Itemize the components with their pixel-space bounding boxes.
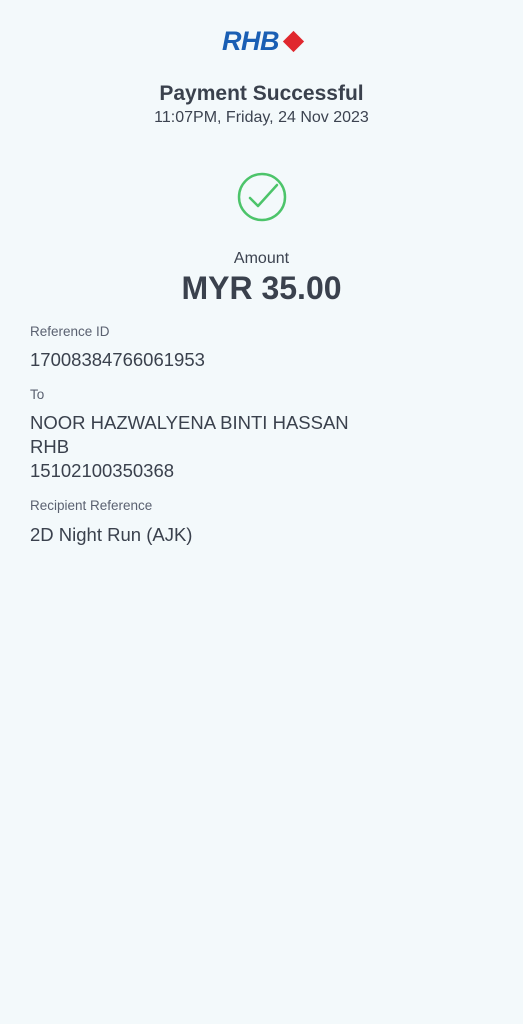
- recipient-name: NOOR HAZWALYENA BINTI HASSAN: [30, 412, 349, 433]
- recipient-bank: RHB: [30, 436, 70, 457]
- transaction-timestamp: 11:07PM, Friday, 24 Nov 2023: [154, 109, 369, 126]
- payment-receipt: RHB Payment Successful 11:07PM, Friday, …: [0, 0, 523, 1024]
- to-label: To: [30, 387, 45, 402]
- recipient-reference-label: Recipient Reference: [30, 498, 153, 513]
- rhb-logo: RHB: [0, 26, 523, 56]
- logo-text: RHB: [222, 26, 280, 56]
- check-circle-icon: [237, 172, 287, 222]
- amount-label: Amount: [233, 250, 290, 267]
- reference-id-value: 17008384766061953: [30, 349, 205, 370]
- reference-id-label: Reference ID: [30, 324, 110, 339]
- amount-value: MYR 35.00: [181, 270, 342, 306]
- recipient-reference-value: 2D Night Run (AJK): [30, 524, 193, 545]
- logo-diamond-icon: [282, 30, 305, 52]
- page-title: Payment Successful: [159, 82, 364, 105]
- recipient-account: 15102100350368: [30, 460, 175, 481]
